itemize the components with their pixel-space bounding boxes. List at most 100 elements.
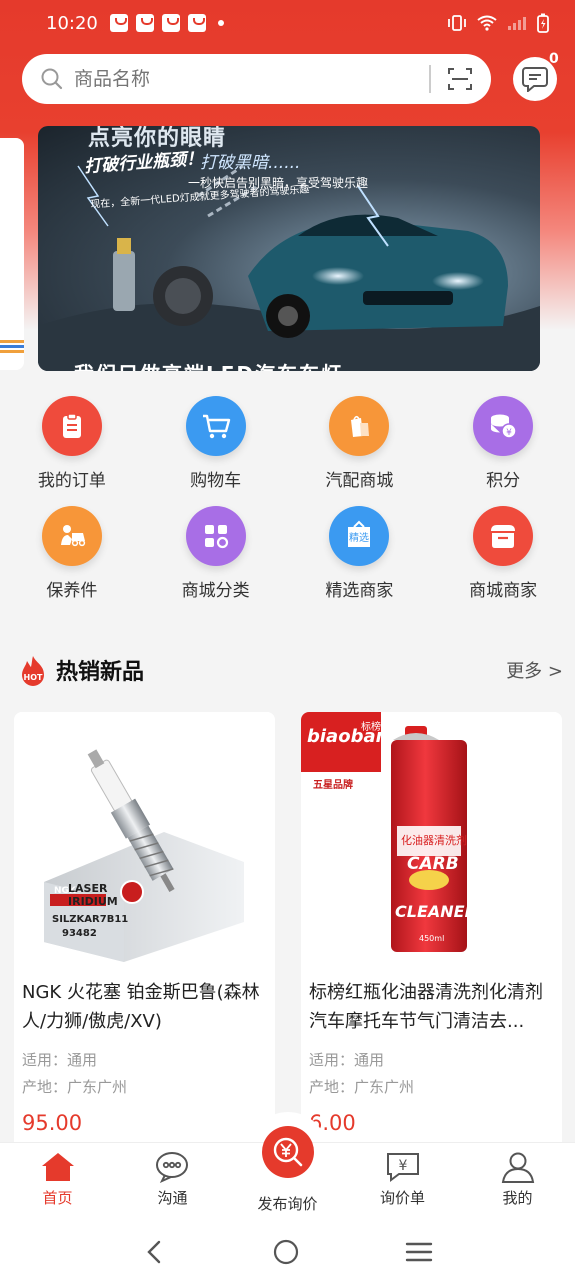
grid-item-points[interactable]: ¥ 积分 bbox=[431, 396, 575, 506]
shopping-bag-icon bbox=[187, 14, 206, 32]
can-volume: 450ml bbox=[419, 934, 445, 943]
product-image-carb-cleaner: biaobang 标榜 五星品牌 化油器清洗剂 CARB CLEANER 450… bbox=[301, 712, 562, 964]
product-meta: 适用：通用 产地：广东广州 bbox=[14, 1047, 275, 1101]
tab-profile[interactable]: 我的 bbox=[460, 1143, 575, 1224]
grid-item-mall-category[interactable]: 商城分类 bbox=[144, 506, 288, 616]
wifi-icon bbox=[477, 15, 497, 31]
promo-banner[interactable]: 点亮你的眼睛 打破行业瓶颈！ 打破黑暗...... 一秒快启告别黑暗，享受驾驶乐… bbox=[38, 126, 540, 371]
publish-inquiry-button[interactable] bbox=[262, 1126, 314, 1178]
signal-icon bbox=[508, 17, 526, 30]
previous-banner-peek[interactable] bbox=[0, 138, 24, 370]
shopping-bag-icon bbox=[161, 14, 180, 32]
back-icon[interactable] bbox=[143, 1239, 167, 1265]
search-input[interactable] bbox=[74, 68, 413, 90]
product-price: 95.00 bbox=[22, 1111, 83, 1135]
status-time: 10:20 bbox=[46, 12, 98, 34]
feature-grid: 我的订单 购物车 汽配商城 ¥ 积分 保养件 商城分类 精选 精选商家 商城商家 bbox=[0, 396, 575, 616]
can-label-carb: CARB bbox=[407, 854, 459, 874]
box-code-2: 93482 bbox=[62, 928, 97, 939]
previous-banner-stripe bbox=[0, 340, 24, 354]
more-notifications-dot bbox=[217, 20, 224, 26]
grid-item-parts-mall[interactable]: 汽配商城 bbox=[288, 396, 432, 506]
product-origin: 产地：广东广州 bbox=[309, 1078, 415, 1096]
grid-item-cart[interactable]: 购物车 bbox=[144, 396, 288, 506]
publish-inquiry-icon bbox=[273, 1137, 303, 1167]
tab-label: 沟通 bbox=[157, 1189, 188, 1207]
cart-icon bbox=[185, 396, 246, 456]
product-title: NGK 火花塞 铂金斯巴鲁(森林人/力狮/傲虎/XV) bbox=[22, 982, 260, 1032]
chat-icon bbox=[155, 1152, 188, 1183]
section-title: 热销新品 bbox=[56, 660, 145, 685]
grid-label: 购物车 bbox=[190, 471, 242, 491]
box-code-1: SILZKAR7B11 bbox=[52, 914, 129, 925]
tab-chat[interactable]: 沟通 bbox=[115, 1143, 230, 1224]
search-box[interactable] bbox=[22, 54, 491, 104]
product-title: 标榜红瓶化油器清洗剂化清剂汽车摩托车节气门清洁去... bbox=[309, 982, 543, 1032]
grid-label: 汽配商城 bbox=[325, 471, 394, 491]
product-applicable: 适用：通用 bbox=[22, 1051, 98, 1069]
product-meta: 适用：通用 产地：广东广州 bbox=[301, 1047, 562, 1101]
status-bar: 10:20 bbox=[0, 0, 575, 46]
message-icon bbox=[522, 67, 548, 92]
product-card[interactable]: biaobang 标榜 五星品牌 化油器清洗剂 CARB CLEANER 450… bbox=[301, 712, 562, 1152]
grid-item-mall-merchants[interactable]: 商城商家 bbox=[431, 506, 575, 616]
svg-text:精选: 精选 bbox=[349, 531, 369, 544]
home-circle-icon[interactable] bbox=[272, 1238, 300, 1266]
product-applicable: 适用：通用 bbox=[309, 1051, 385, 1069]
tab-label: 我的 bbox=[502, 1189, 533, 1207]
banner-slogan-right: 打破黑暗...... bbox=[200, 153, 301, 173]
banner-bottom-text: 我们只做高端LED汽车车灯 bbox=[74, 358, 343, 371]
svg-text:¥: ¥ bbox=[398, 1158, 407, 1174]
grid-item-maintenance-parts[interactable]: 保养件 bbox=[0, 506, 144, 616]
points-icon: ¥ bbox=[473, 396, 534, 456]
grid-label: 积分 bbox=[486, 471, 521, 491]
mall-icon bbox=[329, 396, 390, 456]
selected-merchant-icon: 精选 bbox=[329, 506, 390, 566]
grid-label: 商城分类 bbox=[181, 581, 250, 601]
feature-grid-row: 保养件 商城分类 精选 精选商家 商城商家 bbox=[0, 506, 575, 616]
profile-icon bbox=[501, 1152, 534, 1183]
inquiry-list-icon: ¥ bbox=[386, 1153, 419, 1182]
home-icon bbox=[41, 1153, 74, 1181]
box-line-1: LASER bbox=[68, 882, 108, 895]
grid-item-my-orders[interactable]: 我的订单 bbox=[0, 396, 144, 506]
box-line-2: IRIDIUM bbox=[68, 895, 118, 908]
grid-label: 商城商家 bbox=[469, 581, 538, 601]
grid-label: 保养件 bbox=[46, 581, 98, 601]
hot-flame-icon: HOT bbox=[18, 655, 48, 686]
search-row bbox=[22, 54, 562, 104]
tab-label: 首页 bbox=[42, 1189, 73, 1207]
maintenance-icon bbox=[41, 506, 102, 566]
hot-products-header: HOT 热销新品 更多 > bbox=[18, 650, 563, 690]
more-link[interactable]: 更多 > bbox=[506, 657, 563, 683]
can-label-cn: 化油器清洗剂 bbox=[401, 834, 467, 847]
category-icon bbox=[185, 506, 246, 566]
tab-inquiry-list[interactable]: ¥ 询价单 bbox=[345, 1143, 460, 1224]
can-label-cleaner: CLEANER bbox=[395, 902, 477, 921]
grid-label: 精选商家 bbox=[325, 581, 394, 601]
vibrate-icon bbox=[448, 15, 466, 31]
svg-text:HOT: HOT bbox=[24, 673, 43, 682]
battery-icon bbox=[537, 13, 549, 33]
scan-icon[interactable] bbox=[447, 66, 473, 92]
product-price: 6.00 bbox=[309, 1111, 356, 1135]
status-indicators bbox=[447, 13, 549, 33]
product-image-spark-plug: NGK LASER IRIDIUM SILZKAR7B11 93482 bbox=[14, 712, 275, 964]
store-icon bbox=[473, 506, 534, 566]
grid-label: 我的订单 bbox=[37, 471, 106, 491]
tab-home[interactable]: 首页 bbox=[0, 1143, 115, 1224]
product-card[interactable]: NGK LASER IRIDIUM SILZKAR7B11 93482 NGK … bbox=[14, 712, 275, 1152]
feature-grid-row: 我的订单 购物车 汽配商城 ¥ 积分 bbox=[0, 396, 575, 506]
search-divider bbox=[429, 65, 431, 93]
shopping-bag-icon bbox=[109, 14, 128, 32]
tab-label: 询价单 bbox=[379, 1189, 425, 1207]
grid-item-selected-merchants[interactable]: 精选 精选商家 bbox=[288, 506, 432, 616]
order-icon bbox=[41, 396, 102, 456]
system-navigation-bar bbox=[0, 1224, 575, 1280]
svg-text:¥: ¥ bbox=[506, 428, 512, 438]
search-icon bbox=[41, 68, 63, 90]
menu-icon[interactable] bbox=[405, 1240, 433, 1264]
shopping-bag-icon bbox=[135, 14, 154, 32]
message-count-badge: 0 bbox=[549, 51, 559, 67]
tab-label: 发布询价 bbox=[257, 1195, 318, 1213]
